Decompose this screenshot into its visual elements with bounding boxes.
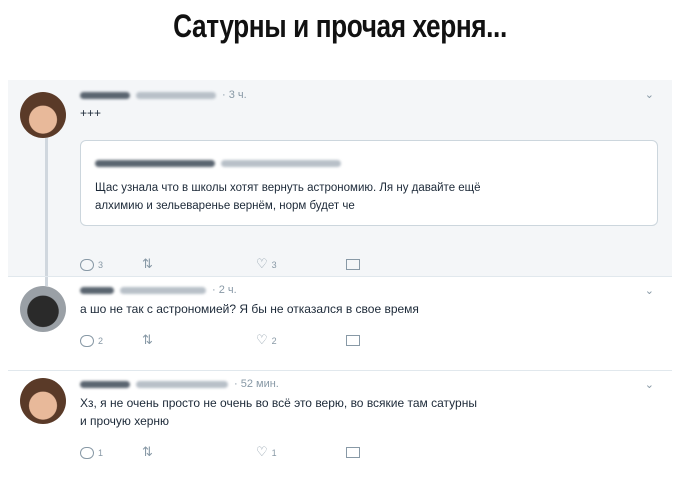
tweet-meta: · 52 мин.	[80, 378, 279, 390]
retweet-button[interactable]: ⇅	[142, 256, 153, 272]
chevron-down-icon[interactable]: ⌄	[645, 284, 654, 297]
retweet-icon: ⇅	[142, 444, 153, 459]
avatar[interactable]	[20, 92, 66, 138]
author-handle-blurred[interactable]	[120, 286, 206, 294]
like-button[interactable]: ♡ 2	[256, 332, 277, 348]
quoted-tweet-text: Щас узнала что в школы хотят вернуть аст…	[95, 179, 655, 215]
message-icon	[346, 447, 360, 459]
quoted-author-blurred	[95, 155, 347, 173]
tweet-text-line-1: Хз, я не очень просто не очень во всё эт…	[80, 396, 477, 410]
heart-icon: ♡	[256, 256, 268, 271]
reply-button[interactable]: 1	[80, 444, 103, 459]
tweet-text: Хз, я не очень просто не очень во всё эт…	[80, 394, 477, 430]
chevron-down-icon[interactable]: ⌄	[645, 88, 654, 101]
quoted-text-line-1: Щас узнала что в школы хотят вернуть аст…	[95, 182, 481, 194]
like-count: 1	[271, 447, 277, 458]
message-icon	[346, 335, 360, 347]
message-button[interactable]	[346, 444, 360, 459]
tweet-meta: · 2 ч.	[80, 284, 237, 296]
tweet-time[interactable]: · 52 мин.	[234, 378, 279, 390]
tweet-time[interactable]: · 3 ч.	[222, 89, 247, 101]
tweet-actions: 3 ⇅ ♡ 3	[80, 256, 380, 272]
like-count: 2	[271, 335, 277, 346]
retweet-icon: ⇅	[142, 332, 153, 347]
tweet-meta: · 3 ч.	[80, 89, 247, 101]
like-button[interactable]: ♡ 1	[256, 444, 277, 460]
tweet-3[interactable]: · 52 мин. ⌄ Хз, я не очень просто не оче…	[8, 370, 672, 484]
reply-icon	[80, 446, 94, 459]
message-button[interactable]	[346, 332, 360, 347]
tweet-text: а шо не так с астрономией? Я бы не отказ…	[80, 302, 419, 316]
tweet-thread: · 3 ч. ⌄ +++ Щас узнала что в школы хотя…	[8, 80, 672, 484]
avatar[interactable]	[20, 378, 66, 424]
reply-button[interactable]: 3	[80, 256, 103, 271]
reply-button[interactable]: 2	[80, 332, 103, 347]
author-handle-blurred[interactable]	[136, 91, 216, 99]
tweet-time[interactable]: · 2 ч.	[212, 284, 237, 296]
like-count: 3	[271, 259, 277, 270]
tweet-1[interactable]: · 3 ч. ⌄ +++ Щас узнала что в школы хотя…	[8, 80, 672, 286]
author-name-blurred[interactable]	[80, 91, 130, 99]
reply-count: 3	[98, 259, 104, 270]
quoted-tweet[interactable]: Щас узнала что в школы хотят вернуть аст…	[80, 140, 658, 226]
message-button[interactable]	[346, 256, 360, 271]
tweet-2[interactable]: · 2 ч. ⌄ а шо не так с астрономией? Я бы…	[8, 276, 672, 366]
reply-icon	[80, 334, 94, 347]
author-handle-blurred[interactable]	[136, 380, 228, 388]
retweet-icon: ⇅	[142, 256, 153, 271]
avatar[interactable]	[20, 286, 66, 332]
author-name-blurred[interactable]	[80, 286, 114, 294]
quoted-text-line-2: алхимию и зельеваренье вернём, норм буде…	[95, 200, 355, 212]
heart-icon: ♡	[256, 332, 268, 347]
retweet-button[interactable]: ⇅	[142, 332, 153, 348]
reply-count: 1	[98, 447, 104, 458]
thread-line	[45, 138, 48, 286]
tweet-text-line-2: и прочую херню	[80, 414, 170, 428]
retweet-button[interactable]: ⇅	[142, 444, 153, 460]
heart-icon: ♡	[256, 444, 268, 459]
like-button[interactable]: ♡ 3	[256, 256, 277, 272]
reply-icon	[80, 258, 94, 271]
reply-count: 2	[98, 335, 104, 346]
chevron-down-icon[interactable]: ⌄	[645, 378, 654, 391]
meme-title: Сатурны и прочая херня...	[173, 8, 507, 44]
message-icon	[346, 259, 360, 271]
tweet-actions: 1 ⇅ ♡ 1	[80, 444, 380, 460]
author-name-blurred[interactable]	[80, 380, 130, 388]
tweet-actions: 2 ⇅ ♡ 2	[80, 332, 380, 348]
tweet-text: +++	[80, 106, 102, 120]
